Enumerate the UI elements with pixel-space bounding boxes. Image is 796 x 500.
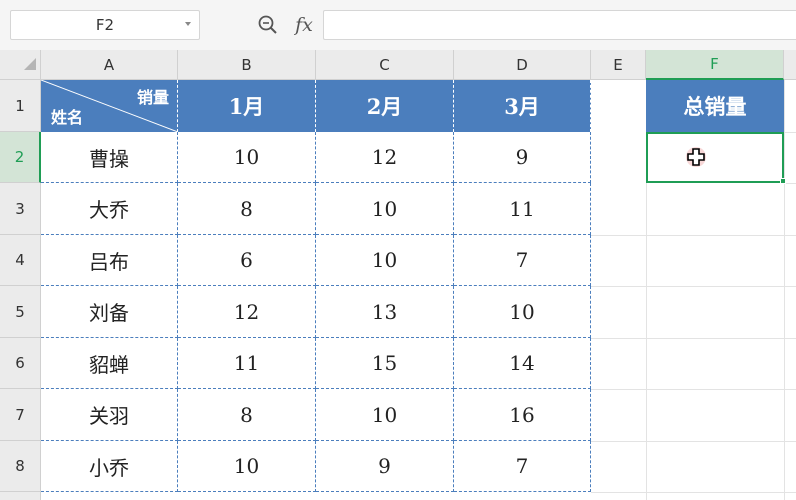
cell-value[interactable]: 10 xyxy=(316,389,454,441)
diag-header-bottom: 姓名 xyxy=(51,108,84,127)
gridline xyxy=(591,492,796,493)
cell-value[interactable]: 11 xyxy=(178,338,316,389)
gridline xyxy=(646,183,647,500)
column-header-f[interactable]: F xyxy=(646,50,784,80)
row-header-5[interactable]: 5 xyxy=(0,286,41,338)
gridline xyxy=(591,235,796,236)
zoom-icon[interactable] xyxy=(257,14,279,36)
column-header-e[interactable]: E xyxy=(591,50,646,80)
header-cell-month-1[interactable]: 1月 xyxy=(178,80,316,132)
cell-value[interactable]: 11 xyxy=(454,183,591,235)
cell-name[interactable]: 曹操 xyxy=(41,132,178,183)
header-cell-month-3[interactable]: 3月 xyxy=(454,80,591,132)
cell-name[interactable]: 大乔 xyxy=(41,183,178,235)
column-header-b[interactable]: B xyxy=(178,50,316,80)
gridline xyxy=(591,441,796,442)
cell-value[interactable]: 8 xyxy=(178,183,316,235)
cell-name[interactable]: 吕布 xyxy=(41,235,178,286)
name-box-dropdown-icon[interactable] xyxy=(185,22,191,26)
column-header-d[interactable]: D xyxy=(454,50,591,80)
select-all-corner[interactable] xyxy=(0,50,41,80)
row-header-1[interactable]: 1 xyxy=(0,80,41,132)
row-header-3[interactable]: 3 xyxy=(0,183,41,235)
cell-value[interactable]: 14 xyxy=(454,338,591,389)
cell-value[interactable]: 15 xyxy=(316,338,454,389)
column-header-a[interactable]: A xyxy=(41,50,178,80)
cell-value[interactable]: 10 xyxy=(316,183,454,235)
cell-value[interactable]: 13 xyxy=(316,286,454,338)
gridline xyxy=(784,80,785,500)
cell-name[interactable]: 刘备 xyxy=(41,286,178,338)
cell-value[interactable]: 9 xyxy=(316,441,454,492)
diag-header-top: 销量 xyxy=(136,88,169,107)
cell-value[interactable]: 7 xyxy=(454,441,591,492)
cell-value[interactable]: 10 xyxy=(178,132,316,183)
cell-value[interactable]: 10 xyxy=(178,441,316,492)
cell-value[interactable]: 8 xyxy=(178,389,316,441)
header-cell-month-2[interactable]: 2月 xyxy=(316,80,454,132)
cell-value[interactable]: 16 xyxy=(454,389,591,441)
cell-value[interactable]: 12 xyxy=(316,132,454,183)
cell-name[interactable]: 关羽 xyxy=(41,389,178,441)
row-header-7[interactable]: 7 xyxy=(0,389,41,441)
cell-value[interactable]: 6 xyxy=(178,235,316,286)
row-header-2[interactable]: 2 xyxy=(0,132,41,183)
cell-value[interactable]: 7 xyxy=(454,235,591,286)
name-box[interactable]: F2 xyxy=(10,10,200,40)
active-cell-f2[interactable] xyxy=(646,132,784,183)
cross-cursor-icon xyxy=(686,147,706,167)
diagonal-header-cell[interactable]: 销量 姓名 xyxy=(41,80,178,132)
select-all-triangle-icon xyxy=(24,58,36,70)
cell-name[interactable]: 小乔 xyxy=(41,441,178,492)
row-header-6[interactable]: 6 xyxy=(0,338,41,389)
cell-value[interactable]: 10 xyxy=(316,235,454,286)
column-header-c[interactable]: C xyxy=(316,50,454,80)
header-cell-total[interactable]: 总销量 xyxy=(646,80,784,132)
column-header-g[interactable] xyxy=(784,50,796,80)
gridline xyxy=(591,338,796,339)
formula-input[interactable] xyxy=(323,10,796,40)
cell-value[interactable]: 12 xyxy=(178,286,316,338)
gridline xyxy=(784,132,796,133)
row-header-4[interactable]: 4 xyxy=(0,235,41,286)
cell-value[interactable]: 9 xyxy=(454,132,591,183)
name-box-value: F2 xyxy=(95,16,115,34)
fill-handle[interactable] xyxy=(780,178,786,184)
cell-name[interactable]: 貂蝉 xyxy=(41,338,178,389)
row-header-8[interactable]: 8 xyxy=(0,441,41,492)
cell-value[interactable]: 10 xyxy=(454,286,591,338)
function-icon[interactable]: fx xyxy=(290,10,318,40)
gridline xyxy=(591,389,796,390)
row-header-9[interactable] xyxy=(0,492,41,500)
gridline xyxy=(591,286,796,287)
